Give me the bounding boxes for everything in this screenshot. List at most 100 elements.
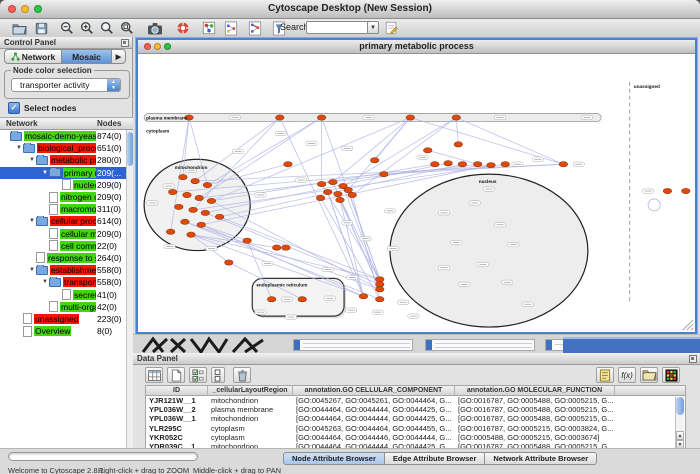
network-node[interactable] — [201, 210, 210, 215]
network-node[interactable] — [501, 162, 510, 167]
network-node[interactable] — [458, 162, 467, 167]
annotation-notes-icon[interactable] — [596, 367, 614, 383]
column-header-2[interactable]: annotation.GO CELLULAR_COMPONENT — [293, 386, 455, 395]
tab-overflow-arrow[interactable]: ▶ — [112, 49, 126, 64]
expander-icon[interactable]: ▼ — [28, 157, 36, 163]
column-header-3[interactable]: annotation.GO MOLECULAR_FUNCTION — [455, 386, 615, 395]
zoom-fit-icon[interactable] — [98, 20, 116, 36]
network-node[interactable] — [406, 115, 415, 120]
network-node[interactable] — [197, 222, 206, 227]
table-row-YLR295C[interactable]: YLR295Ccytoplasm[GO:0045263, GO:0044464,… — [146, 424, 685, 433]
title-bar[interactable]: Cytoscape Desktop (New Session) — [0, 0, 700, 19]
search-dropdown-icon[interactable]: ▼ — [367, 21, 379, 34]
column-header-0[interactable]: ID — [146, 386, 208, 395]
search-input[interactable] — [306, 21, 370, 34]
network-canvas[interactable]: plasma membrane cytoplasm mitochondrion … — [138, 54, 695, 332]
network-node[interactable] — [454, 142, 463, 147]
zoom-in-icon[interactable] — [78, 20, 96, 36]
zoom-out-icon[interactable] — [58, 20, 76, 36]
network-node[interactable] — [375, 287, 384, 292]
tree-row-multi-organism-pro[interactable]: multi-organism pro42(0) — [0, 301, 126, 313]
network-node[interactable] — [323, 189, 332, 194]
network-node[interactable] — [181, 219, 190, 224]
expander-icon[interactable]: ▼ — [41, 170, 49, 176]
network-node[interactable] — [452, 115, 461, 120]
table-row-YJR121W__1[interactable]: YJR121W__1mitochondrion[GO:0045267, GO:0… — [146, 396, 685, 405]
open-icon[interactable] — [10, 20, 28, 36]
tab-node-attribute-browser[interactable]: Node Attribute Browser — [283, 452, 385, 465]
heatmap-icon[interactable] — [662, 367, 680, 383]
minimize-view-icon[interactable] — [154, 43, 161, 50]
tab-network-attribute-browser[interactable]: Network Attribute Browser — [485, 452, 597, 465]
help-lifesaver-icon[interactable] — [174, 20, 192, 36]
background-window-fragment[interactable] — [293, 339, 413, 351]
tree-row-cellular-metabo[interactable]: cellular metabo209(0) — [0, 228, 126, 240]
network-node[interactable] — [316, 195, 325, 200]
network-node[interactable] — [298, 297, 307, 302]
network-node[interactable] — [487, 163, 496, 168]
import-attributes-icon[interactable] — [640, 367, 658, 383]
network-node[interactable] — [168, 189, 177, 194]
delete-attribute-icon[interactable] — [233, 367, 251, 383]
network-node[interactable] — [189, 207, 198, 212]
network-node[interactable] — [195, 195, 204, 200]
background-window-fragment[interactable] — [425, 339, 535, 351]
tree-row-response-to-stimulu[interactable]: response to stimulu264(0) — [0, 252, 126, 264]
tree-row-secretion[interactable]: secretion41(0) — [0, 288, 126, 300]
column-header-1[interactable]: _cellularLayoutRegion — [208, 386, 293, 395]
select-attributes-icon[interactable] — [189, 367, 207, 383]
tree-row-cell-communicat[interactable]: cell communicat22(0) — [0, 240, 126, 252]
tree-row-establishment-of-lo[interactable]: ▼establishment of lo558(0) — [0, 264, 126, 276]
new-attribute-icon[interactable] — [167, 367, 185, 383]
network-node[interactable] — [284, 162, 293, 167]
network-node[interactable] — [444, 161, 453, 166]
zoom-window-icon[interactable] — [34, 5, 42, 13]
expander-icon[interactable]: ▼ — [41, 279, 49, 285]
network-node[interactable] — [663, 188, 672, 193]
expander-icon[interactable]: ▼ — [28, 267, 36, 273]
network-node[interactable] — [359, 294, 368, 299]
table-row-YKR052C[interactable]: YKR052Ccytoplasm[GO:0044464, GO:0044446,… — [146, 433, 685, 442]
tree-row-macromolecule[interactable]: macromolecule311(0) — [0, 203, 126, 215]
new-network-from-selected-edges-icon[interactable] — [246, 20, 264, 36]
zoom-selected-region-icon[interactable] — [118, 20, 136, 36]
network-node[interactable] — [191, 178, 200, 183]
network-node[interactable] — [317, 181, 326, 186]
network-node[interactable] — [183, 192, 192, 197]
network-node[interactable] — [282, 245, 291, 250]
tree-column-network[interactable]: Network — [6, 119, 38, 128]
network-node[interactable] — [187, 232, 196, 237]
network-node[interactable] — [375, 282, 384, 287]
network-node[interactable] — [370, 158, 379, 163]
network-node[interactable] — [175, 204, 184, 209]
network-node[interactable] — [317, 115, 326, 120]
network-node[interactable] — [207, 198, 216, 203]
tree-row-biological-process[interactable]: ▼biological_process651(0) — [0, 142, 126, 154]
network-node[interactable] — [334, 191, 343, 196]
search-options-icon[interactable] — [382, 20, 400, 36]
network-node[interactable] — [243, 238, 252, 243]
network-node[interactable] — [272, 245, 281, 250]
tree-row-mosaic-demo-yeast[interactable]: mosaic-demo-yeast874(0) — [0, 130, 126, 142]
zoom-view-icon[interactable] — [164, 43, 171, 50]
minimize-window-icon[interactable] — [21, 5, 29, 13]
tree-row-transport[interactable]: ▼transport558(0) — [0, 276, 126, 288]
tree-row-metabolic-process[interactable]: ▼metabolic process280(0) — [0, 154, 126, 166]
attribute-table-icon[interactable] — [145, 367, 163, 383]
float-panel-icon[interactable] — [121, 39, 129, 47]
close-view-icon[interactable] — [144, 43, 151, 50]
expander-icon[interactable]: ▼ — [28, 218, 36, 224]
network-node[interactable] — [423, 148, 432, 153]
tree-row-nitrogen-compo[interactable]: nitrogen compo209(0) — [0, 191, 126, 203]
table-row-YPL036W__2[interactable]: YPL036W__2plasma membrane[GO:0044464, GO… — [146, 405, 685, 414]
network-node[interactable] — [682, 188, 691, 193]
node-color-dropdown[interactable]: transporter activity ▲▼ — [11, 78, 121, 92]
tab-network[interactable]: Network — [4, 49, 62, 64]
tree-scrollbar[interactable] — [126, 130, 133, 448]
network-node[interactable] — [375, 297, 384, 302]
scroll-up-icon[interactable]: ▲ — [676, 431, 684, 440]
tree-row-cellular-process[interactable]: ▼cellular process614(0) — [0, 215, 126, 227]
select-nodes-checkbox[interactable]: ✓ — [8, 102, 20, 114]
tab-mosaic[interactable]: Mosaic — [62, 49, 112, 64]
resize-grip-icon[interactable] — [683, 320, 693, 330]
